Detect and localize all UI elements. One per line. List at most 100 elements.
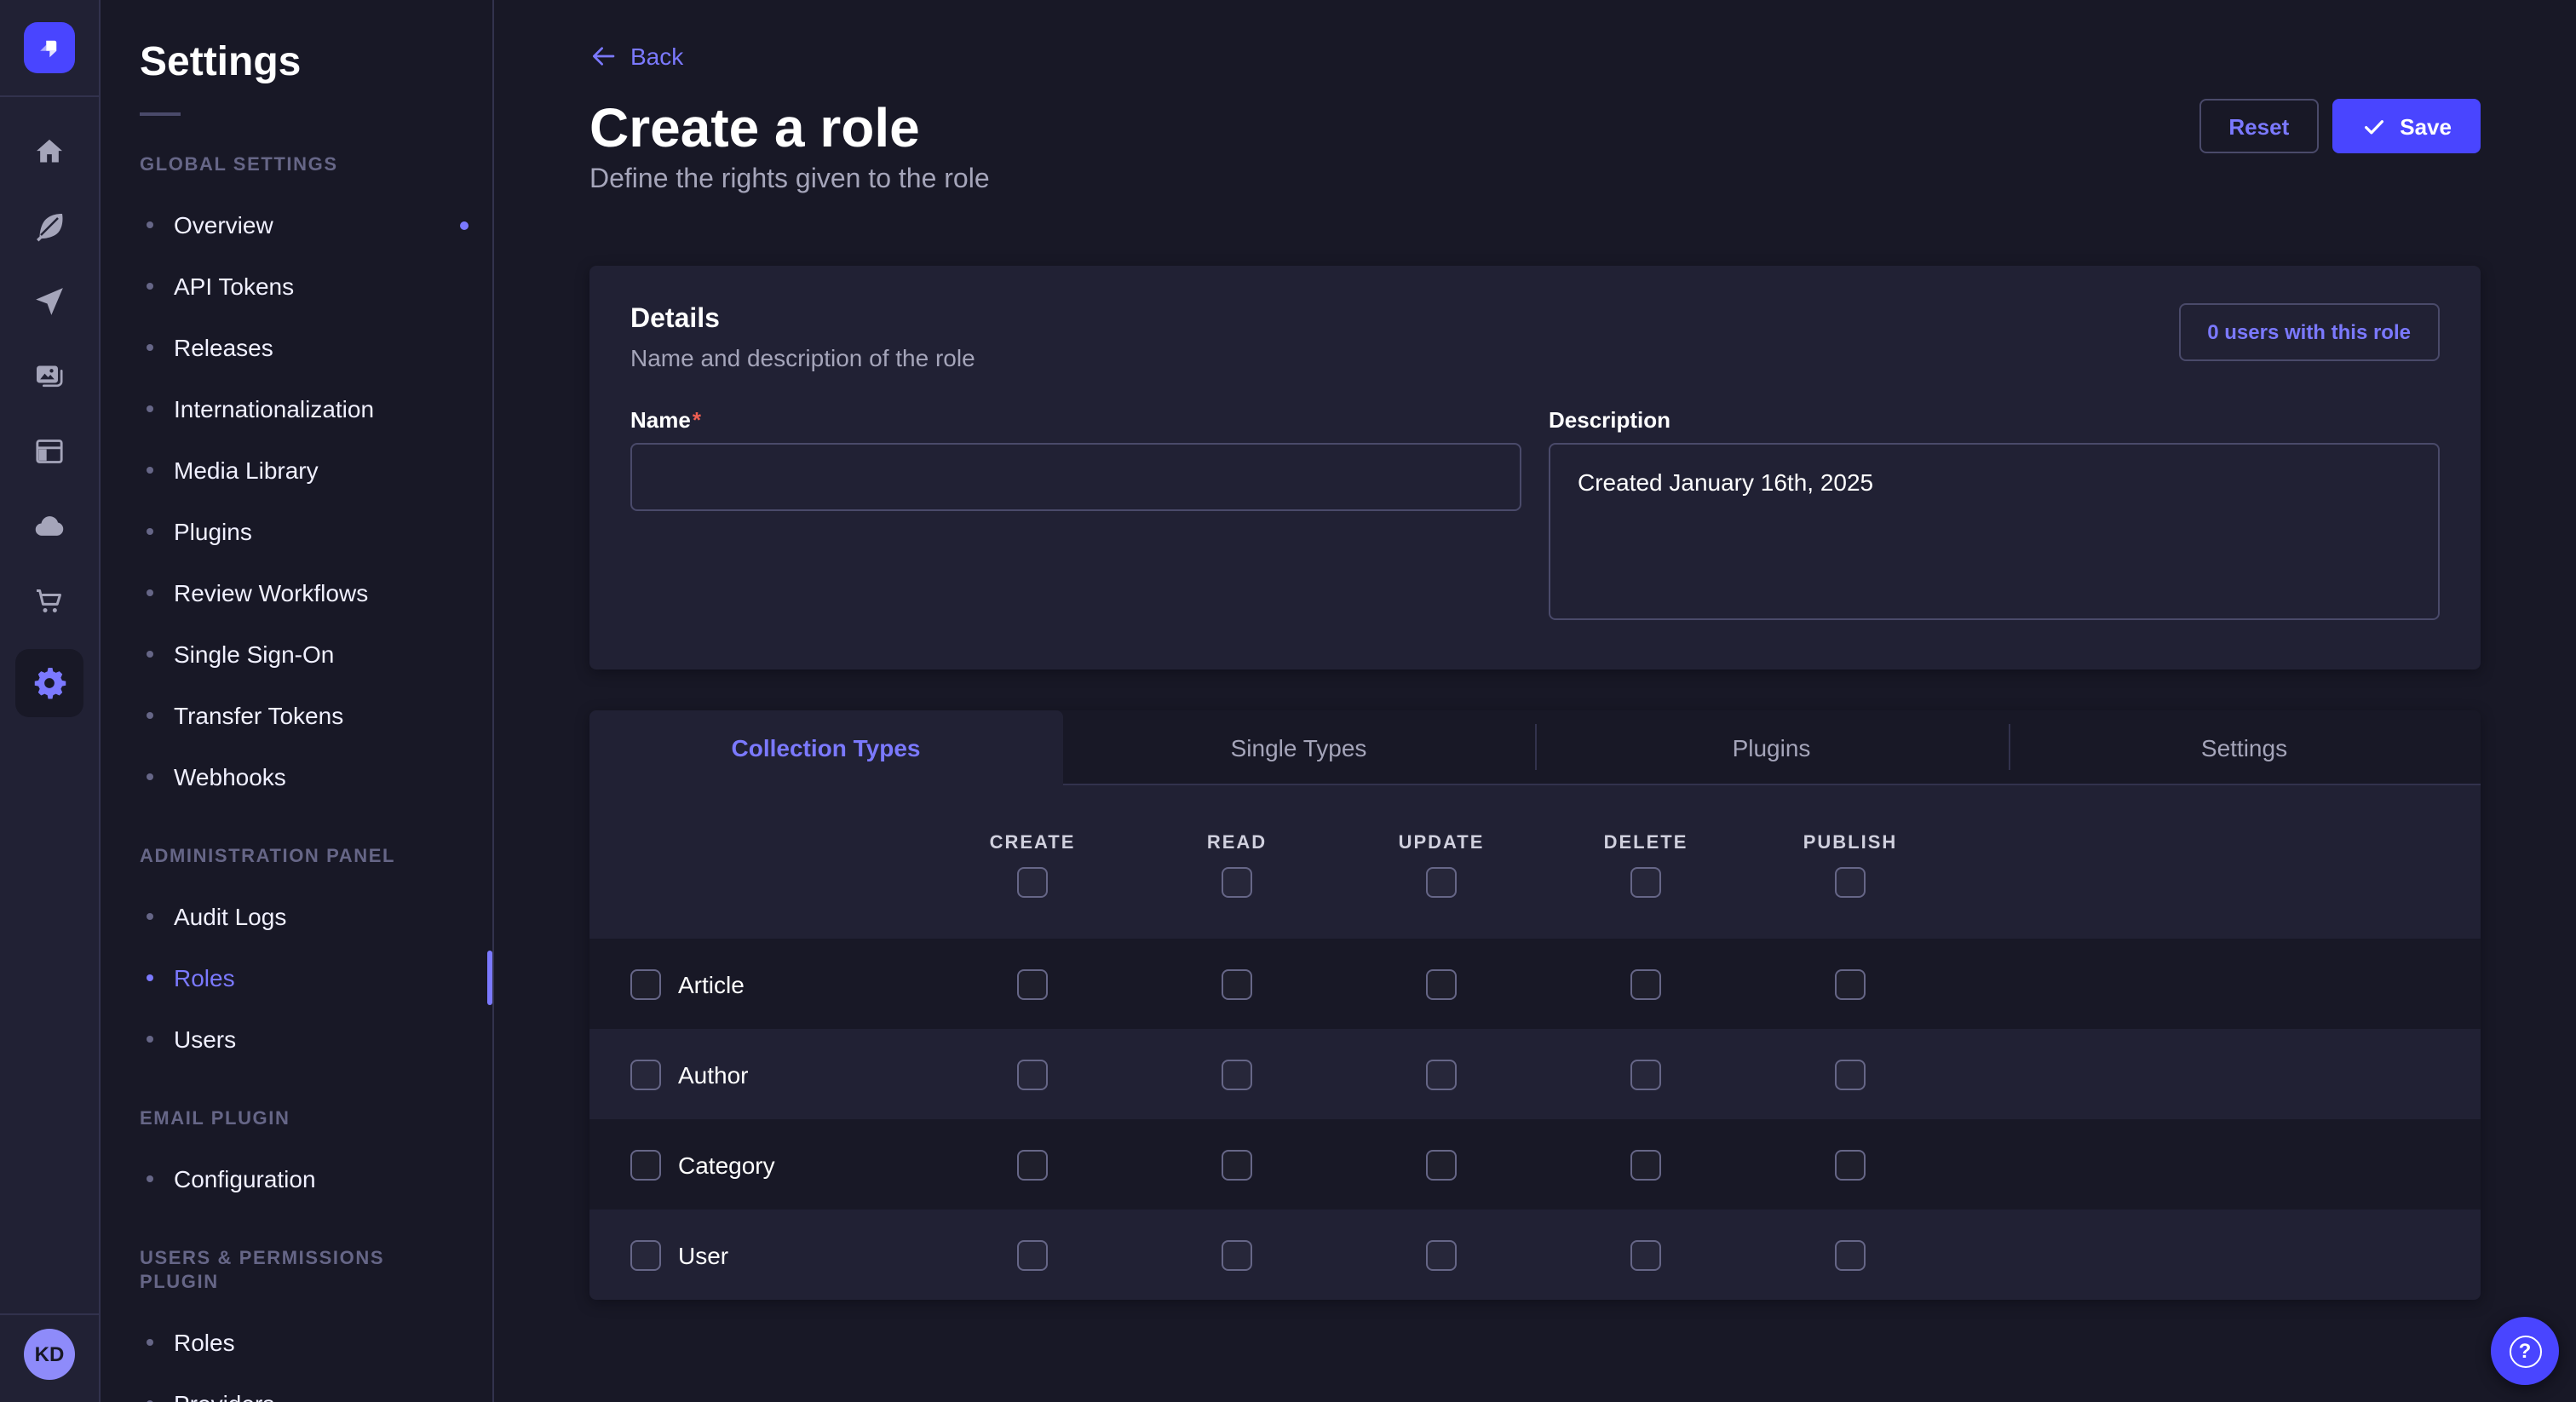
bullet-icon — [147, 1036, 153, 1043]
permissions-table-header: CREATE READ UPDATE DELETE PUBLISH — [589, 785, 2481, 939]
category-publish-checkbox[interactable] — [1835, 1149, 1866, 1180]
strapi-logo[interactable] — [24, 22, 75, 73]
notification-dot — [460, 221, 469, 229]
subnav-item-audit-logs[interactable]: Audit Logs — [99, 886, 492, 947]
bullet-icon — [147, 1339, 153, 1346]
category-create-checkbox[interactable] — [1017, 1149, 1048, 1180]
category-read-checkbox[interactable] — [1222, 1149, 1252, 1180]
subnav-item-up-roles[interactable]: Roles — [99, 1312, 492, 1373]
subnav-item-api-tokens[interactable]: API Tokens — [99, 256, 492, 317]
tab-collection-types[interactable]: Collection Types — [589, 710, 1062, 785]
subnav-item-review-workflows[interactable]: Review Workflows — [99, 562, 492, 623]
subnav-item-roles-active[interactable]: Roles — [99, 947, 492, 1008]
subnav-item-plugins[interactable]: Plugins — [99, 501, 492, 562]
media-library-icon[interactable] — [32, 359, 66, 394]
user-update-checkbox[interactable] — [1426, 1239, 1457, 1270]
description-textarea[interactable]: Created January 16th, 2025 — [1549, 443, 2440, 620]
subnav-item-transfer-tokens[interactable]: Transfer Tokens — [99, 685, 492, 746]
permissions-card: Collection Types Single Types Plugins Se… — [589, 710, 2481, 1300]
details-subtitle: Name and description of the role — [630, 341, 975, 375]
tab-plugins[interactable]: Plugins — [1535, 710, 2008, 785]
select-all-delete-checkbox[interactable] — [1630, 867, 1661, 898]
help-button[interactable]: ? — [2491, 1317, 2559, 1385]
subnav-item-media-library[interactable]: Media Library — [99, 440, 492, 501]
bullet-icon — [147, 974, 153, 981]
required-asterisk: * — [693, 407, 701, 433]
bullet-icon — [147, 773, 153, 780]
reset-button[interactable]: Reset — [2199, 99, 2318, 153]
subnav-item-webhooks[interactable]: Webhooks — [99, 746, 492, 807]
settings-gear-icon[interactable] — [15, 649, 83, 717]
subnav-title-divider — [140, 112, 181, 116]
article-update-checkbox[interactable] — [1426, 968, 1457, 999]
section-label: USERS & PERMISSIONS PLUGIN — [99, 1247, 492, 1295]
name-input[interactable] — [630, 443, 1521, 511]
category-update-checkbox[interactable] — [1426, 1149, 1457, 1180]
bullet-icon — [147, 283, 153, 290]
select-all-publish-checkbox[interactable] — [1835, 867, 1866, 898]
subnav-item-configuration[interactable]: Configuration — [99, 1148, 492, 1210]
row-label: Article — [678, 970, 745, 997]
subnav-item-releases[interactable]: Releases — [99, 317, 492, 378]
subnav-item-up-providers[interactable]: Providers — [99, 1373, 492, 1402]
row-select-checkbox[interactable] — [630, 968, 661, 999]
row-label: User — [678, 1241, 728, 1268]
save-button[interactable]: Save — [2332, 99, 2481, 153]
description-field-group: Description Created January 16th, 2025 — [1549, 405, 2440, 629]
row-label: Category — [678, 1151, 775, 1178]
user-delete-checkbox[interactable] — [1630, 1239, 1661, 1270]
user-avatar[interactable]: KD — [24, 1329, 75, 1380]
tab-settings[interactable]: Settings — [2008, 710, 2481, 785]
row-select-checkbox[interactable] — [630, 1059, 661, 1089]
name-field-group: Name* — [630, 405, 1521, 629]
column-header-read: READ — [1135, 833, 1339, 853]
select-all-create-checkbox[interactable] — [1017, 867, 1048, 898]
author-delete-checkbox[interactable] — [1630, 1059, 1661, 1089]
author-read-checkbox[interactable] — [1222, 1059, 1252, 1089]
tab-single-types[interactable]: Single Types — [1062, 710, 1535, 785]
page-header: Create a role Reset Save — [589, 99, 2481, 157]
row-select-checkbox[interactable] — [630, 1239, 661, 1270]
logo-container — [0, 0, 99, 97]
users-with-role-button[interactable]: 0 users with this role — [2178, 303, 2440, 361]
author-publish-checkbox[interactable] — [1835, 1059, 1866, 1089]
section-label: EMAIL PLUGIN — [99, 1107, 492, 1131]
bullet-icon — [147, 913, 153, 920]
home-icon[interactable] — [32, 135, 66, 169]
row-select-checkbox[interactable] — [630, 1149, 661, 1180]
subnav-item-internationalization[interactable]: Internationalization — [99, 378, 492, 440]
send-plane-icon[interactable] — [32, 284, 66, 319]
question-mark-icon: ? — [2509, 1335, 2541, 1367]
article-read-checkbox[interactable] — [1222, 968, 1252, 999]
table-row-author: Author — [589, 1029, 2481, 1119]
user-read-checkbox[interactable] — [1222, 1239, 1252, 1270]
back-link[interactable]: Back — [589, 41, 683, 72]
article-create-checkbox[interactable] — [1017, 968, 1048, 999]
author-create-checkbox[interactable] — [1017, 1059, 1048, 1089]
table-row-user: User — [589, 1210, 2481, 1300]
subnav-item-overview[interactable]: Overview — [99, 194, 492, 256]
layout-builder-icon[interactable] — [32, 434, 66, 468]
marketplace-cart-icon[interactable] — [32, 584, 66, 618]
user-create-checkbox[interactable] — [1017, 1239, 1048, 1270]
select-all-update-checkbox[interactable] — [1426, 867, 1457, 898]
header-actions: Reset Save — [2199, 99, 2481, 153]
subnav-item-single-sign-on[interactable]: Single Sign-On — [99, 623, 492, 685]
article-publish-checkbox[interactable] — [1835, 968, 1866, 999]
user-publish-checkbox[interactable] — [1835, 1239, 1866, 1270]
details-title: Details — [630, 303, 975, 337]
permissions-tabs: Collection Types Single Types Plugins Se… — [589, 710, 2481, 785]
content-manager-pen-icon[interactable] — [32, 210, 66, 244]
cloud-icon[interactable] — [32, 509, 66, 543]
name-label: Name* — [630, 405, 1521, 434]
column-header-update: UPDATE — [1339, 833, 1544, 853]
subnav-item-users[interactable]: Users — [99, 1008, 492, 1070]
select-all-read-checkbox[interactable] — [1222, 867, 1252, 898]
description-label: Description — [1549, 405, 2440, 434]
category-delete-checkbox[interactable] — [1630, 1149, 1661, 1180]
bullet-icon — [147, 589, 153, 596]
article-delete-checkbox[interactable] — [1630, 968, 1661, 999]
author-update-checkbox[interactable] — [1426, 1059, 1457, 1089]
subnav-title: Settings — [99, 37, 492, 89]
column-header-create: CREATE — [930, 833, 1135, 853]
